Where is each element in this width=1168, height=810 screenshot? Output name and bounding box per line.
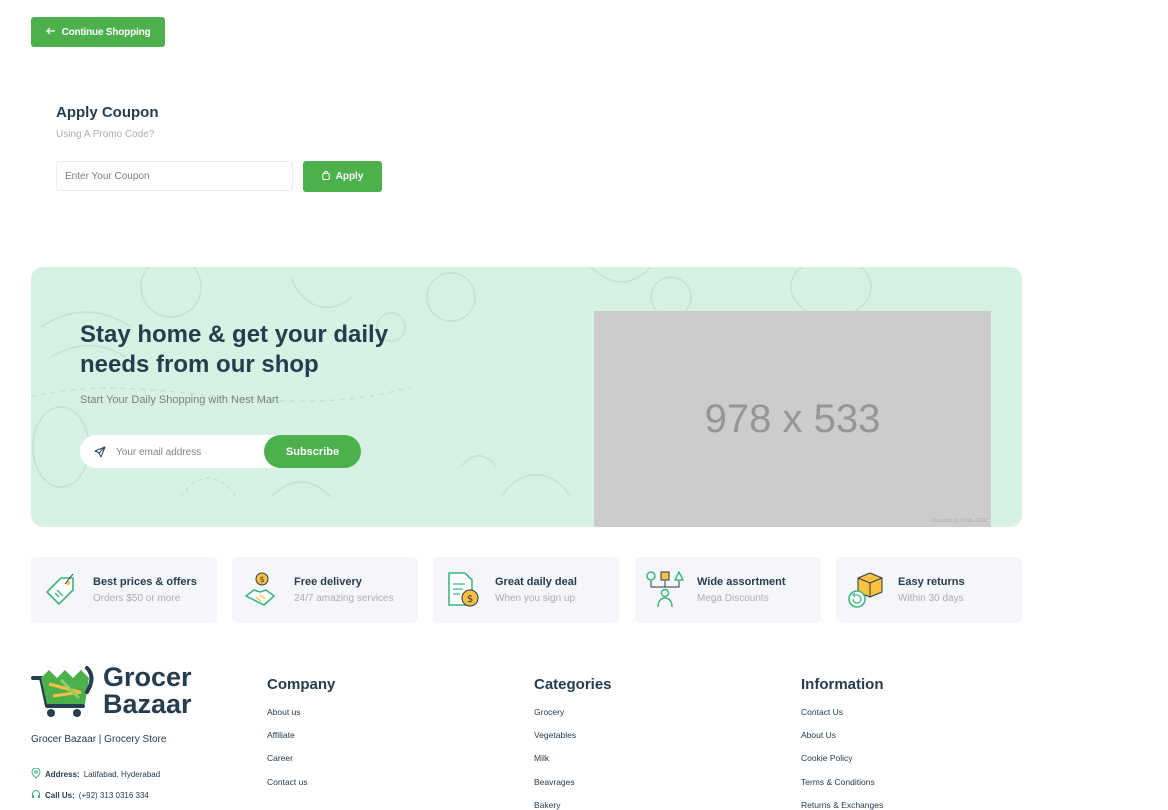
feature-subtitle: Within 30 days xyxy=(898,593,964,604)
feature-card-free-delivery: $ Free delivery 24/7 amazing services xyxy=(232,557,418,623)
footer-link[interactable]: Cookie Policy xyxy=(801,753,853,763)
feature-title: Easy returns xyxy=(898,576,965,588)
footer-link[interactable]: Grocery xyxy=(534,707,564,717)
assortment-icon xyxy=(645,570,685,610)
footer-link[interactable]: About us xyxy=(267,707,301,717)
banner-image-placeholder: 978 x 533 Powered by HTML.COM xyxy=(594,311,991,527)
footer-col-company-title: Company xyxy=(267,676,336,693)
svg-text:$: $ xyxy=(467,594,473,605)
address-value: Latifabad, Hyderabad xyxy=(83,770,161,779)
feature-subtitle: Orders $50 or more xyxy=(93,593,181,604)
feature-subtitle: Mega Discounts xyxy=(697,593,769,604)
subscribe-button[interactable]: Subscribe xyxy=(264,435,361,468)
coupon-subtitle: Using A Promo Code? xyxy=(56,129,155,140)
headset-icon xyxy=(31,789,41,801)
footer-link[interactable]: Vegetables xyxy=(534,730,576,740)
footer-tagline: Grocer Bazaar | Grocery Store xyxy=(31,734,167,745)
banner-title: Stay home & get your daily needs from ou… xyxy=(80,321,389,378)
feature-title: Free delivery xyxy=(294,576,362,588)
location-pin-icon xyxy=(31,767,41,781)
send-icon xyxy=(94,445,106,463)
footer-link[interactable]: Returns & Exchanges xyxy=(801,800,883,810)
image-size-label: 978 x 533 xyxy=(704,396,881,441)
coupon-title: Apply Coupon xyxy=(56,104,159,121)
apply-label: Apply xyxy=(335,171,364,182)
footer-link[interactable]: Contact Us xyxy=(801,707,843,717)
continue-shopping-button[interactable]: Continue Shopping xyxy=(31,17,165,47)
handshake-coin-icon: $ xyxy=(242,570,282,610)
feature-card-wide-assortment: Wide assortment Mega Discounts xyxy=(635,557,821,623)
footer-col-categories-title: Categories xyxy=(534,676,612,693)
address-label: Address: xyxy=(45,770,80,779)
return-box-icon xyxy=(846,570,886,610)
feature-subtitle: 24/7 amazing services xyxy=(294,593,394,604)
subscribe-form: Subscribe xyxy=(80,435,361,470)
footer-link[interactable]: About Us xyxy=(801,730,836,740)
apply-coupon-button[interactable]: Apply xyxy=(303,161,382,192)
call-value: (+92) 313 0316 334 xyxy=(78,790,149,800)
powered-by-label: Powered by HTML.COM xyxy=(932,518,987,524)
footer-address: Address: Latifabad, Hyderabad xyxy=(31,767,161,781)
cart-logo-icon xyxy=(31,666,94,717)
logo-text-line2: Bazaar xyxy=(103,689,192,719)
feature-title: Best prices & offers xyxy=(93,576,197,588)
footer-col-information-title: Information xyxy=(801,676,884,693)
grocer-bazaar-logo[interactable]: Grocer Bazaar xyxy=(31,664,211,720)
bag-icon xyxy=(321,170,330,183)
feature-subtitle: When you sign up xyxy=(495,593,576,604)
footer-link[interactable]: Terms & Conditions xyxy=(801,777,875,787)
footer-link[interactable]: Beavrages xyxy=(534,777,575,787)
newsletter-banner: Stay home & get your daily needs from ou… xyxy=(31,267,1022,527)
feature-title: Wide assortment xyxy=(697,576,786,588)
svg-text:$: $ xyxy=(259,575,264,584)
footer-phone: Call Us: (+92) 313 0316 334 xyxy=(31,789,149,801)
feature-card-daily-deal: $ Great daily deal When you sign up xyxy=(433,557,619,623)
footer-link[interactable]: Bakery xyxy=(534,800,560,810)
footer-link[interactable]: Affiliate xyxy=(267,730,295,740)
footer-link[interactable]: Career xyxy=(267,753,293,763)
footer-link[interactable]: Contact us xyxy=(267,777,308,787)
footer-link[interactable]: Milk xyxy=(534,753,549,763)
coupon-input[interactable] xyxy=(56,161,293,191)
invoice-dollar-icon: $ xyxy=(443,570,483,610)
feature-card-easy-returns: Easy returns Within 30 days xyxy=(836,557,1022,623)
arrow-left-icon xyxy=(45,27,56,38)
email-input[interactable] xyxy=(114,435,268,470)
banner-subtitle: Start Your Daily Shopping with Nest Mart xyxy=(80,394,279,406)
feature-card-best-prices: Best prices & offers Orders $50 or more xyxy=(31,557,217,623)
price-tag-icon xyxy=(41,570,81,610)
continue-shopping-label: Continue Shopping xyxy=(61,26,151,38)
feature-title: Great daily deal xyxy=(495,576,577,588)
call-label: Call Us: xyxy=(45,790,75,800)
logo-text-line1: Grocer xyxy=(103,662,192,692)
